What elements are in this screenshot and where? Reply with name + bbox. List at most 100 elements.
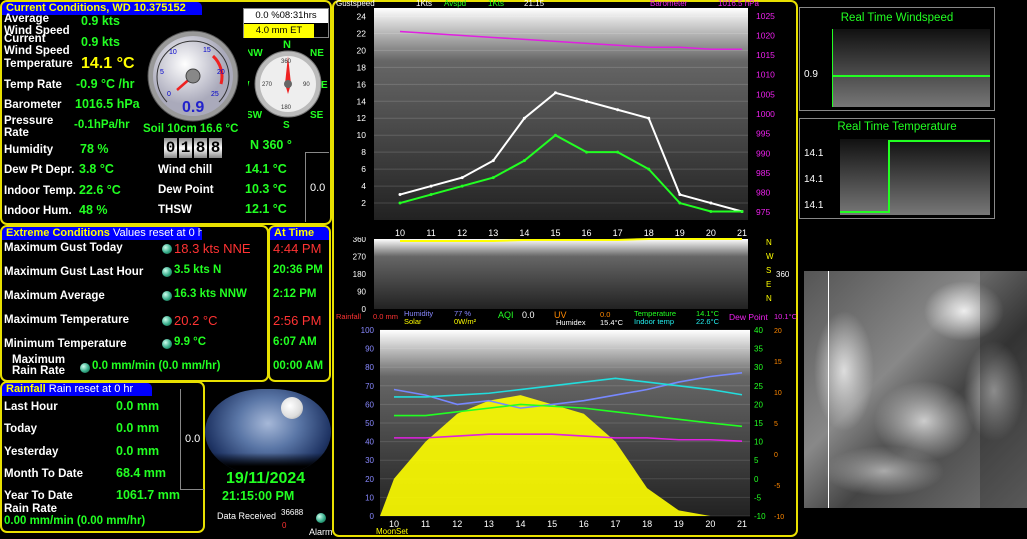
realtime-wind-panel: Real Time Windspeed 0.9 xyxy=(799,7,995,111)
temp-rate-label: Temp Rate xyxy=(4,79,62,91)
realtime-temp-line xyxy=(888,140,890,213)
hour-tick-label: 18 xyxy=(642,519,652,529)
hour-tick-label: 16 xyxy=(579,519,589,529)
hour-tick-label: 12 xyxy=(452,519,462,529)
ext-time: 00:00 AM xyxy=(273,360,324,372)
data-point xyxy=(647,167,651,171)
cur-wind-label: Current Wind Speed xyxy=(4,33,70,57)
realtime-temp-panel: Real Time Temperature 14.1 14.1 14.1 xyxy=(799,118,995,219)
hour-tick-label: 15 xyxy=(547,519,557,529)
wind-tick-label: 4 xyxy=(361,181,366,191)
legend-baro-val: 1016.5 hPa xyxy=(718,0,759,8)
compass-ne: NE xyxy=(310,48,324,59)
wind-tick-label: 18 xyxy=(357,62,367,72)
hour-tick-label: 21 xyxy=(737,519,747,529)
data-point xyxy=(522,159,526,163)
temperature-label: Temperature xyxy=(4,58,73,70)
hour-tick-label: 14 xyxy=(516,519,526,529)
hour-axis: 10 11 12 13 14 15 16 17 18 19 20 21 xyxy=(389,519,747,529)
data-received-zero: 0 xyxy=(282,521,287,530)
barometer-tick-label: 1015 xyxy=(756,50,775,60)
indicator-light xyxy=(162,291,172,301)
data-point xyxy=(585,150,589,154)
direction-letter: E xyxy=(766,280,771,289)
rain-side-box: 0.0 xyxy=(180,389,204,490)
indoor-hum-label: Indoor Hum. xyxy=(4,205,72,217)
top-legend: Gustspeed 1Kts Avspd 1Kts 21:15 Baromete… xyxy=(336,0,796,8)
ext-value: 20.2 °C xyxy=(174,313,218,328)
soil-temp: Soil 10cm 16.6 °C xyxy=(143,123,239,135)
barometer-tick-label: 985 xyxy=(756,168,770,178)
hour-tick-label: 11 xyxy=(421,519,430,529)
indoor-hum-value: 48 % xyxy=(79,203,108,217)
indoor-temp-label: Indoor Temp. xyxy=(4,185,76,197)
wind-direction-value: N 360 ° xyxy=(250,138,292,152)
clock-date: 19/11/2024 xyxy=(226,470,306,487)
direction-letter: S xyxy=(766,266,771,275)
data-point xyxy=(553,91,557,95)
rain-label: Last Hour xyxy=(4,401,58,413)
compass-e: E xyxy=(321,80,328,91)
compass-n: N xyxy=(283,39,291,51)
temp-tick-label: 20 xyxy=(754,400,763,409)
rain-side-value: 0.0 xyxy=(185,433,201,445)
barometer-tick-label: 975 xyxy=(756,207,770,217)
ext-label: Minimum Temperature xyxy=(4,338,127,350)
data-point xyxy=(616,108,620,112)
realtime-wind-plot xyxy=(832,29,990,107)
hour-tick-label: 20 xyxy=(705,519,715,529)
data-point xyxy=(491,159,495,163)
satellite-grid-line xyxy=(828,271,829,508)
temp-tick-label: 10 xyxy=(754,438,763,447)
percent-tick-label: 60 xyxy=(365,400,374,409)
ext-time: 20:36 PM xyxy=(273,264,323,276)
uv-tick-label: 10 xyxy=(774,390,782,397)
barometer-label: Barometer xyxy=(4,99,62,111)
ext-time: 4:44 PM xyxy=(273,241,322,256)
direction-letter: N xyxy=(766,294,772,303)
temp-tick-label: -5 xyxy=(754,493,762,502)
compass-deg: 180 xyxy=(281,105,292,111)
ext-label: Maximum Temperature xyxy=(4,314,130,326)
compass-nw: NW xyxy=(248,48,263,59)
cur-wind-value: 0.9 kts xyxy=(81,35,120,49)
extremes-rows: Maximum Gust Today 18.3 kts NNE 4:44 PM … xyxy=(0,225,332,382)
data-point xyxy=(460,184,464,188)
ext-label: Maximum Average xyxy=(4,290,105,302)
wind-tick-label: 20 xyxy=(357,45,367,55)
clock-time: 21:15:00 PM xyxy=(222,489,295,503)
gauge-tick-label: 5 xyxy=(160,69,164,76)
percent-tick-label: 50 xyxy=(365,419,374,428)
pressure-rate-label: Pressure Rate xyxy=(4,115,54,139)
odometer: 0 1 8 8 xyxy=(164,138,222,158)
temp-tick-label: 35 xyxy=(754,345,763,354)
legend-avspd: Avspd xyxy=(444,0,467,8)
realtime-temp-tick: 14.1 xyxy=(804,200,824,211)
direction-value: 360 xyxy=(776,270,790,279)
temp-tick-label: 0 xyxy=(754,475,759,484)
barometer-tick-label: 1005 xyxy=(756,89,775,99)
compass-sw: SW xyxy=(248,110,263,121)
direction-letters: NWSEN xyxy=(766,238,774,303)
et-box: 0.0 %08:31hrs 4.0 mm ET xyxy=(243,8,329,38)
et-line1: 0.0 %08:31hrs xyxy=(244,9,328,23)
data-point xyxy=(616,150,620,154)
percent-tick-label: 20 xyxy=(365,475,374,484)
wind-tick-label: 2 xyxy=(361,198,366,208)
wind-direction-chart: 360270180900 NWSEN 360 xyxy=(353,237,790,312)
legend-gustspeed: Gustspeed xyxy=(336,0,375,8)
wind-tick-label: 22 xyxy=(357,28,367,38)
direction-axis: 360270180900 xyxy=(353,237,367,312)
ext-value: 9.9 °C xyxy=(174,336,207,348)
alarm-indicator[interactable] xyxy=(316,513,326,523)
satellite-overlay xyxy=(980,271,1027,508)
direction-letter: N xyxy=(766,238,772,247)
barometer-tick-label: 990 xyxy=(756,148,770,158)
rain-rate-label: Rain Rate xyxy=(4,503,58,515)
data-point xyxy=(709,210,713,214)
direction-tick-label: 180 xyxy=(353,270,367,279)
realtime-temp-tick: 14.1 xyxy=(804,174,824,185)
percent-tick-label: 0 xyxy=(370,512,375,521)
ext-value: 16.3 kts NNW xyxy=(174,288,247,300)
uv-axis: 20 15 10 5 0 -5 -10 xyxy=(774,328,784,521)
